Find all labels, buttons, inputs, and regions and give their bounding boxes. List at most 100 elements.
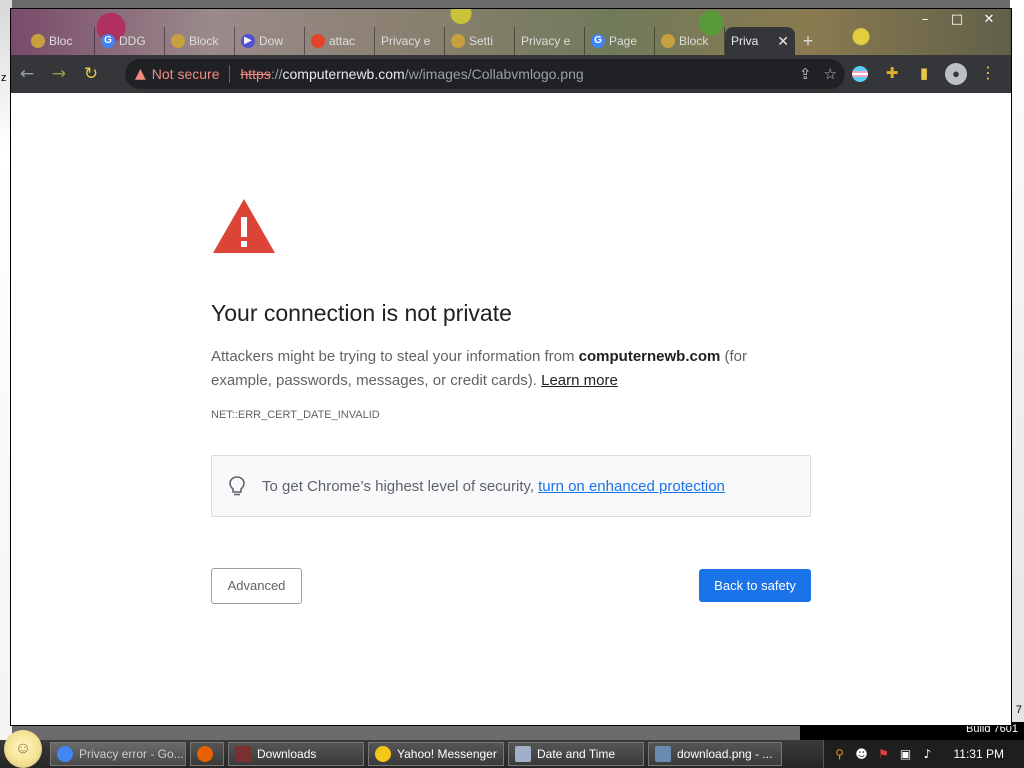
tab[interactable]: Privacy e <box>515 27 585 55</box>
advanced-button[interactable]: Advanced <box>211 568 302 604</box>
reload-button[interactable]: ↻ <box>75 60 107 88</box>
tab[interactable]: Bloc <box>25 27 95 55</box>
tab[interactable]: attac <box>305 27 375 55</box>
build-number-tail: 7 <box>1015 704 1022 716</box>
blocked-site-icon <box>171 34 185 48</box>
gitlab-icon <box>311 34 325 48</box>
taskbar-item-label: Date and Time <box>537 747 616 761</box>
close-window-button[interactable]: ✕ <box>975 11 1003 29</box>
google-icon: G <box>101 34 115 48</box>
maximize-button[interactable]: □ <box>943 11 971 29</box>
enhanced-protection-box: To get Chrome’s highest level of securit… <box>211 455 811 517</box>
start-button[interactable]: ☺ <box>0 730 46 768</box>
enhanced-protection-link[interactable]: turn on enhanced protection <box>538 478 725 495</box>
action-buttons: Advanced Back to safety <box>211 568 811 604</box>
tab-label: Dow <box>259 34 284 48</box>
page-title: Your connection is not private <box>211 300 512 326</box>
tab[interactable]: Setti <box>445 27 515 55</box>
forward-button[interactable]: → <box>43 60 75 88</box>
tab-label: Bloc <box>49 34 73 48</box>
tab-label: DDG <box>119 34 146 48</box>
tab-label: Privacy e <box>521 34 571 48</box>
extensions-area: ✚ ▮ ● ⋮ <box>849 59 999 89</box>
tab-label: Privacy e <box>381 34 431 48</box>
taskbar-item-label: Yahoo! Messenger <box>397 747 497 761</box>
taskbar-item-label: download.png - ... <box>677 747 773 761</box>
taskbar: ☺ Privacy error - Go... Downloads Yahoo!… <box>0 730 1024 768</box>
tab-strip: Bloc G DDG Block ▶ Dow attac Privacy e S… <box>25 23 821 55</box>
taskbar-item-chrome[interactable]: Privacy error - Go... <box>50 742 186 766</box>
security-alert-flag-icon[interactable]: ⚑ <box>876 747 892 761</box>
address-bar[interactable]: ▲ Not secure https://computernewb.com/w/… <box>125 59 845 89</box>
extensions-puzzle-icon[interactable]: ✚ <box>881 63 903 85</box>
chrome-menu-icon[interactable]: ⋮ <box>977 63 999 85</box>
tab[interactable]: G DDG <box>95 27 165 55</box>
tab-label: Priva <box>731 34 759 48</box>
omnibox-actions: ⇪ ☆ <box>799 65 837 83</box>
not-secure-label[interactable]: Not secure <box>152 66 220 82</box>
warning-triangle-icon[interactable]: ▲ <box>135 66 146 82</box>
system-tray: ⚲ ☻ ⚑ ▣ ♪ 11:31 PM <box>822 740 1024 768</box>
url-path: /w/images/Collabvmlogo.png <box>404 66 584 82</box>
bookmark-star-icon[interactable]: ☆ <box>824 65 837 83</box>
tab[interactable]: Block <box>655 27 725 55</box>
description-host: computernewb.com <box>578 348 721 365</box>
desktop-right-edge: 7 <box>1010 0 1024 740</box>
start-orb-icon: ☺ <box>4 730 42 768</box>
clock[interactable]: 11:31 PM <box>954 747 1004 761</box>
close-tab-icon[interactable]: ✕ <box>777 33 789 50</box>
browser-titlebar[interactable]: – □ ✕ Bloc G DDG Block ▶ Dow attac Priva… <box>11 9 1011 55</box>
taskbar-item-date-time[interactable]: Date and Time <box>508 742 644 766</box>
yahoo-messenger-icon <box>375 746 391 762</box>
tab-label: Setti <box>469 34 494 48</box>
error-code[interactable]: NET::ERR_CERT_DATE_INVALID <box>211 409 811 421</box>
url-slashes: :// <box>270 66 283 82</box>
volume-icon[interactable]: ♪ <box>920 747 936 761</box>
privacy-error-interstitial: Your connection is not private Attackers… <box>211 197 811 604</box>
back-to-safety-button[interactable]: Back to safety <box>699 569 811 602</box>
blocked-site-icon <box>31 34 45 48</box>
lightbulb-icon <box>229 476 245 496</box>
messenger-tray-icon[interactable]: ☻ <box>854 747 870 761</box>
taskbar-item-yahoo[interactable]: Yahoo! Messenger <box>368 742 504 766</box>
tab[interactable]: ▶ Dow <box>235 27 305 55</box>
taskbar-item-firefox[interactable] <box>190 742 224 766</box>
taskbar-item-label: Privacy error - Go... <box>79 747 184 761</box>
tab[interactable]: Privacy e <box>375 27 445 55</box>
profile-avatar-icon[interactable]: ● <box>945 63 967 85</box>
taskbar-item-label: Downloads <box>257 747 317 761</box>
browser-toolbar: ← → ↻ ▲ Not secure https://computernewb.… <box>11 55 1011 93</box>
network-icon[interactable]: ▣ <box>898 747 914 761</box>
active-tab[interactable]: Priva ✕ <box>725 27 795 55</box>
omnibox-separator <box>229 65 231 83</box>
blocked-site-icon <box>661 34 675 48</box>
tab-label: Page <box>609 34 638 48</box>
minimize-button[interactable]: – <box>911 11 939 29</box>
new-tab-button[interactable]: + <box>795 27 821 55</box>
google-icon: G <box>591 34 605 48</box>
taskbar-item-image-viewer[interactable]: download.png - ... <box>648 742 782 766</box>
learn-more-link[interactable]: Learn more <box>541 372 618 389</box>
tab[interactable]: G Page <box>585 27 655 55</box>
taskbar-item-downloads[interactable]: Downloads <box>228 742 364 766</box>
error-description: Attackers might be trying to steal your … <box>211 345 811 393</box>
description-text: Attackers might be trying to steal your … <box>211 348 579 365</box>
image-viewer-icon <box>655 746 671 762</box>
download-play-icon: ▶ <box>241 34 255 48</box>
tab-label: attac <box>329 34 356 48</box>
browser-window: – □ ✕ Bloc G DDG Block ▶ Dow attac Priva… <box>10 8 1012 726</box>
share-icon[interactable]: ⇪ <box>799 65 812 83</box>
back-button[interactable]: ← <box>11 60 43 88</box>
tab[interactable]: Block <box>165 27 235 55</box>
page-content: Your connection is not private Attackers… <box>11 93 1011 725</box>
tab-label: Block <box>679 34 709 48</box>
side-panel-icon[interactable]: ▮ <box>913 63 935 85</box>
enhanced-protection-text: To get Chrome’s highest level of securit… <box>262 477 535 495</box>
chrome-icon <box>57 746 73 762</box>
downloads-folder-icon <box>235 746 251 762</box>
url-scheme: https <box>240 66 271 82</box>
date-time-icon <box>515 746 531 762</box>
search-magnifier-icon[interactable]: ⚲ <box>832 747 848 761</box>
trans-flag-extension-icon[interactable] <box>852 66 868 82</box>
firefox-icon <box>197 746 213 762</box>
